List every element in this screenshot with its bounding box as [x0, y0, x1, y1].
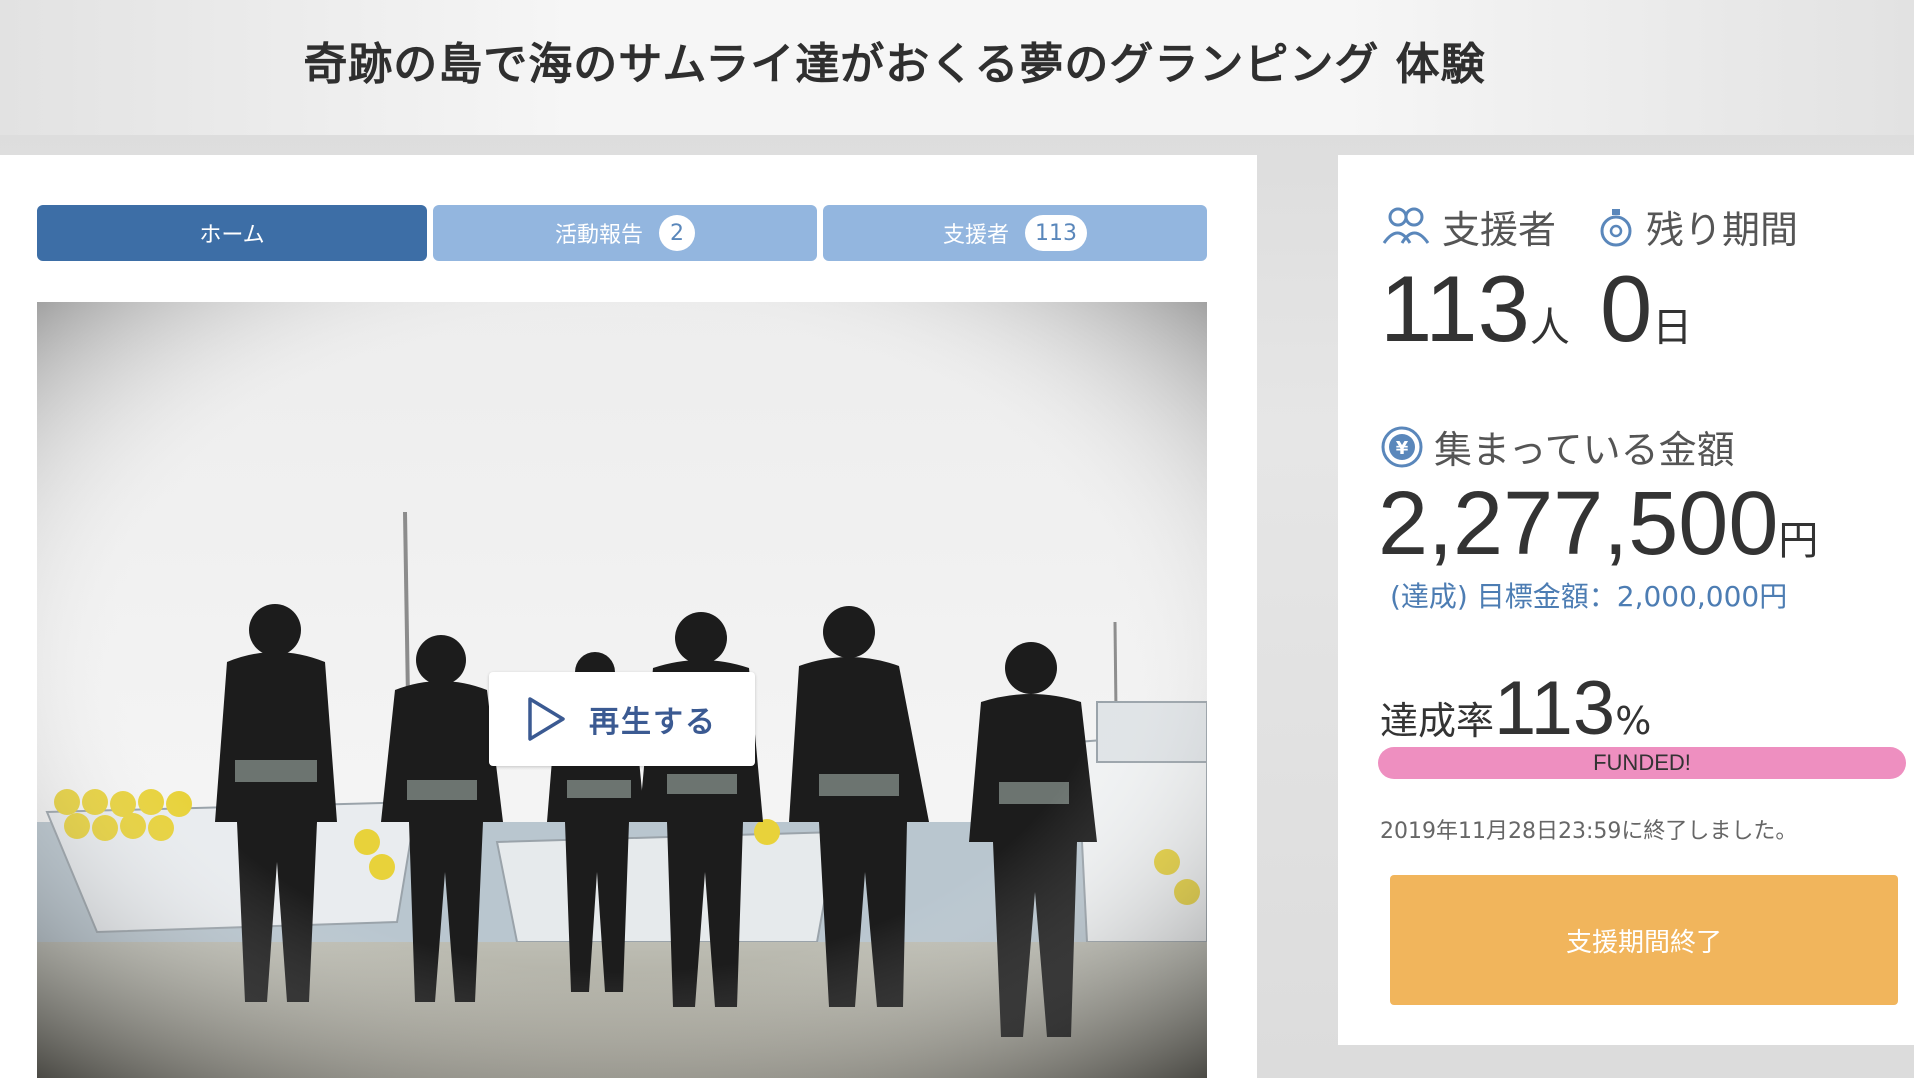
tab-supporters[interactable]: 支援者 113 [823, 205, 1207, 261]
tab-supporters-label: 支援者 [942, 223, 1009, 248]
activity-count-badge: 2 [659, 215, 695, 251]
play-icon [528, 697, 565, 741]
remaining-days: 0日 [1600, 255, 1692, 363]
supporters-count: 113人 [1380, 255, 1570, 363]
amount-label: 集まっている金額 [1434, 428, 1735, 472]
remaining-label: 残り期間 [1646, 208, 1799, 252]
rate-unit: % [1615, 699, 1652, 743]
tab-home[interactable]: ホーム [37, 205, 427, 261]
play-button-label: 再生する [589, 705, 717, 740]
tab-activity-reports[interactable]: 活動報告 2 [433, 205, 817, 261]
svg-text:¥: ¥ [1396, 438, 1409, 459]
rate-label: 達成率 [1380, 699, 1495, 743]
supporters-value: 113 [1380, 256, 1530, 361]
goal-amount: (達成) 目標金額：2,000,000円 [1390, 580, 1788, 613]
main-content: ホーム 活動報告 2 支援者 113 再生する [0, 155, 1257, 1078]
support-ended-label: 支援期間終了 [1565, 927, 1722, 958]
funded-label: FUNDED! [1593, 750, 1691, 775]
tab-activity-reports-label: 活動報告 [554, 223, 643, 248]
tab-home-label: ホーム [199, 223, 265, 248]
end-date-text: 2019年11月28日23:59に終了しました。 [1380, 819, 1798, 844]
remaining-stat-label: 残り期間 [1596, 199, 1798, 254]
amount-unit: 円 [1778, 518, 1819, 564]
supporters-unit: 人 [1529, 305, 1570, 351]
remaining-unit: 日 [1652, 305, 1693, 351]
stopwatch-icon [1600, 208, 1632, 246]
remaining-value: 0 [1600, 256, 1653, 361]
amount-raised: 2,277,500円 [1378, 473, 1818, 576]
play-button[interactable]: 再生する [489, 672, 755, 766]
amount-stat-label: ¥ 集まっている金額 [1380, 419, 1735, 474]
support-ended-button[interactable]: 支援期間終了 [1390, 875, 1898, 1005]
project-title: 奇跡の島で海のサムライ達がおくる夢のグランピング 体験 [303, 38, 1486, 90]
achievement-rate: 達成率 113 % [1380, 665, 1651, 752]
supporters-stat-label: 支援者 [1380, 199, 1556, 254]
project-video[interactable]: 再生する [37, 302, 1207, 1078]
funding-summary: 支援者 残り期間 113人 0日 ¥ 集まっている金額 2,277,500円 (… [1338, 155, 1914, 1045]
supporters-label: 支援者 [1442, 208, 1557, 252]
yen-coin-icon: ¥ [1381, 426, 1423, 467]
amount-value: 2,277,500 [1378, 474, 1779, 574]
funding-progress-bar: FUNDED! [1378, 747, 1906, 779]
tab-bar: ホーム 活動報告 2 支援者 113 [37, 205, 1207, 261]
supporters-icon [1382, 207, 1430, 244]
page-header: 奇跡の島で海のサムライ達がおくる夢のグランピング 体験 [0, 0, 1914, 135]
supporters-count-badge: 113 [1025, 215, 1087, 251]
rate-value: 113 [1494, 666, 1616, 751]
